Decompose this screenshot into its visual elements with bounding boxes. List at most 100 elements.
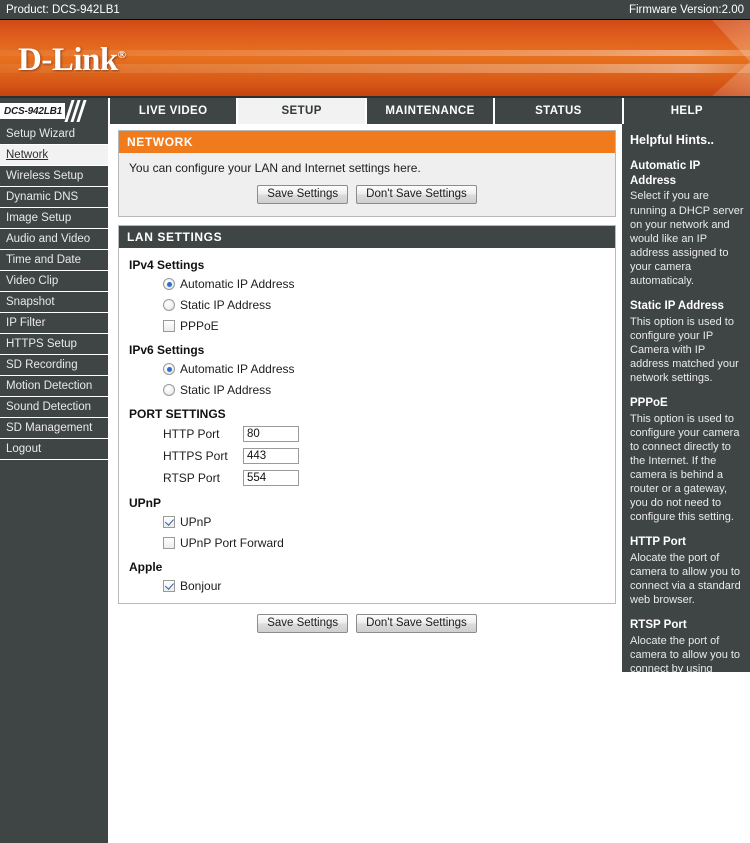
lan-settings-body: IPv4 Settings Automatic IP Address Stati… <box>119 248 615 603</box>
network-panel-description: You can configure your LAN and Internet … <box>129 161 421 175</box>
hint-body-rtsp-port: Alocate the port of camera to allow you … <box>630 635 741 672</box>
dlink-logo-text: D-Link <box>18 42 118 78</box>
http-port-label: HTTP Port <box>163 427 220 441</box>
sidebar-item-network[interactable]: Network <box>0 145 108 166</box>
upnp-enable-option[interactable]: UPnP <box>163 515 605 529</box>
upnp-heading: UPnP <box>129 496 162 510</box>
ipv4-automatic-ip-option[interactable]: Automatic IP Address <box>163 277 605 291</box>
hint-heading-pppoe: PPPoE <box>630 397 668 410</box>
dlink-logo: D-Link® <box>18 42 126 79</box>
settings-content-area: NETWORK You can configure your LAN and I… <box>110 124 622 672</box>
checkbox-upnp-port-forward-icon[interactable] <box>163 537 175 549</box>
https-port-label: HTTPS Port <box>163 449 228 463</box>
product-status-bar: Product: DCS-942LB1 Firmware Version:2.0… <box>0 0 750 20</box>
hint-body-http-port: Alocate the port of camera to allow you … <box>630 552 741 607</box>
ipv4-pppoe-option[interactable]: PPPoE <box>163 319 605 333</box>
sidebar-item-ip-filter[interactable]: IP Filter <box>0 313 108 334</box>
ipv6-static-ip-option[interactable]: Static IP Address <box>163 383 605 397</box>
tab-live-video[interactable]: LIVE VIDEO <box>110 98 239 124</box>
banner-flare <box>712 20 750 96</box>
radio-ipv6-static-icon[interactable] <box>163 384 175 396</box>
helpful-hints-title: Helpful Hints.. <box>630 133 715 147</box>
hint-heading-static-ip-address: Static IP Address <box>630 299 724 312</box>
tab-status[interactable]: STATUS <box>495 98 624 124</box>
save-settings-button-top[interactable]: Save Settings <box>257 185 349 204</box>
bottom-button-row: Save Settings Don't Save Settings <box>118 614 616 633</box>
ipv4-static-ip-label: Static IP Address <box>180 298 272 312</box>
device-model-badge: DCS-942LB1 <box>0 98 110 124</box>
sidebar-item-image-setup[interactable]: Image Setup <box>0 208 108 229</box>
ipv6-automatic-ip-label: Automatic IP Address <box>180 362 295 376</box>
apple-heading: Apple <box>129 560 163 574</box>
network-panel-body: You can configure your LAN and Internet … <box>119 153 615 216</box>
sidebar-item-sd-recording[interactable]: SD Recording <box>0 355 108 376</box>
dont-save-settings-button-bottom[interactable]: Don't Save Settings <box>356 614 477 633</box>
save-settings-button-bottom[interactable]: Save Settings <box>257 614 349 633</box>
setup-sidebar: Setup Wizard Network Wireless Setup Dyna… <box>0 124 110 843</box>
main-navigation-bar: DCS-942LB1 LIVE VIDEO SETUP MAINTENANCE … <box>0 98 750 124</box>
network-panel-title: NETWORK <box>119 131 615 153</box>
hint-body-pppoe: This option is used to configure your ca… <box>630 412 740 524</box>
sidebar-item-wireless-setup[interactable]: Wireless Setup <box>0 166 108 187</box>
tab-setup[interactable]: SETUP <box>238 98 367 124</box>
hint-heading-rtsp-port: RTSP Port <box>630 619 687 632</box>
sidebar-item-dynamic-dns[interactable]: Dynamic DNS <box>0 187 108 208</box>
sidebar-item-video-clip[interactable]: Video Clip <box>0 271 108 292</box>
https-port-input[interactable] <box>243 448 299 464</box>
registered-trademark-icon: ® <box>117 49 126 61</box>
sidebar-item-sd-management[interactable]: SD Management <box>0 418 108 439</box>
radio-ipv4-static-icon[interactable] <box>163 299 175 311</box>
bonjour-label: Bonjour <box>180 579 222 593</box>
sidebar-item-snapshot[interactable]: Snapshot <box>0 292 108 313</box>
https-port-row: HTTPS Port <box>163 448 605 464</box>
sidebar-item-https-setup[interactable]: HTTPS Setup <box>0 334 108 355</box>
brand-banner: D-Link® <box>0 20 750 98</box>
sidebar-item-time-and-date[interactable]: Time and Date <box>0 250 108 271</box>
upnp-port-forward-option[interactable]: UPnP Port Forward <box>163 536 605 550</box>
ipv4-static-ip-option[interactable]: Static IP Address <box>163 298 605 312</box>
network-intro-panel: NETWORK You can configure your LAN and I… <box>118 130 616 217</box>
ipv4-pppoe-label: PPPoE <box>180 319 219 333</box>
page-body: Setup Wizard Network Wireless Setup Dyna… <box>0 124 750 843</box>
lan-settings-panel: LAN SETTINGS IPv4 Settings Automatic IP … <box>118 225 616 604</box>
checkbox-bonjour-icon[interactable] <box>163 580 175 592</box>
network-panel-button-row: Save Settings Don't Save Settings <box>129 185 605 204</box>
rtsp-port-row: RTSP Port <box>163 470 605 486</box>
hint-heading-http-port: HTTP Port <box>630 536 687 549</box>
checkbox-pppoe-icon[interactable] <box>163 320 175 332</box>
sidebar-item-sound-detection[interactable]: Sound Detection <box>0 397 108 418</box>
rtsp-port-input[interactable] <box>243 470 299 486</box>
helpful-hints-panel: Helpful Hints.. Automatic IP Address Sel… <box>622 124 750 672</box>
ipv6-static-ip-label: Static IP Address <box>180 383 272 397</box>
upnp-port-forward-label: UPnP Port Forward <box>180 536 284 550</box>
http-port-input[interactable] <box>243 426 299 442</box>
radio-ipv6-automatic-icon[interactable] <box>163 363 175 375</box>
dont-save-settings-button-top[interactable]: Don't Save Settings <box>356 185 477 204</box>
upnp-enable-label: UPnP <box>180 515 212 529</box>
port-settings-heading: PORT SETTINGS <box>129 407 226 421</box>
bonjour-option[interactable]: Bonjour <box>163 579 605 593</box>
tab-maintenance[interactable]: MAINTENANCE <box>366 98 496 124</box>
radio-ipv4-automatic-icon[interactable] <box>163 278 175 290</box>
sidebar-filler <box>0 460 108 843</box>
sidebar-item-audio-and-video[interactable]: Audio and Video <box>0 229 108 250</box>
badge-slash-decoration-icon <box>64 100 87 122</box>
sidebar-item-logout[interactable]: Logout <box>0 439 108 460</box>
http-port-row: HTTP Port <box>163 426 605 442</box>
hint-body-automatic-ip-address: Select if you are running a DHCP server … <box>630 190 744 287</box>
hint-heading-automatic-ip-address: Automatic IP Address <box>630 160 701 187</box>
ipv4-automatic-ip-label: Automatic IP Address <box>180 277 295 291</box>
checkbox-upnp-icon[interactable] <box>163 516 175 528</box>
device-model-badge-label: DCS-942LB1 <box>0 103 66 119</box>
hint-body-static-ip-address: This option is used to configure your IP… <box>630 315 739 385</box>
tab-help[interactable]: HELP <box>623 98 750 124</box>
sidebar-item-setup-wizard[interactable]: Setup Wizard <box>0 124 108 145</box>
sidebar-item-motion-detection[interactable]: Motion Detection <box>0 376 108 397</box>
ipv4-settings-heading: IPv4 Settings <box>129 258 205 272</box>
product-model-label: Product: DCS-942LB1 <box>6 3 120 16</box>
firmware-version-label: Firmware Version:2.00 <box>628 3 744 16</box>
rtsp-port-label: RTSP Port <box>163 471 220 485</box>
lan-settings-title: LAN SETTINGS <box>119 226 615 248</box>
ipv6-automatic-ip-option[interactable]: Automatic IP Address <box>163 362 605 376</box>
ipv6-settings-heading: IPv6 Settings <box>129 343 205 357</box>
